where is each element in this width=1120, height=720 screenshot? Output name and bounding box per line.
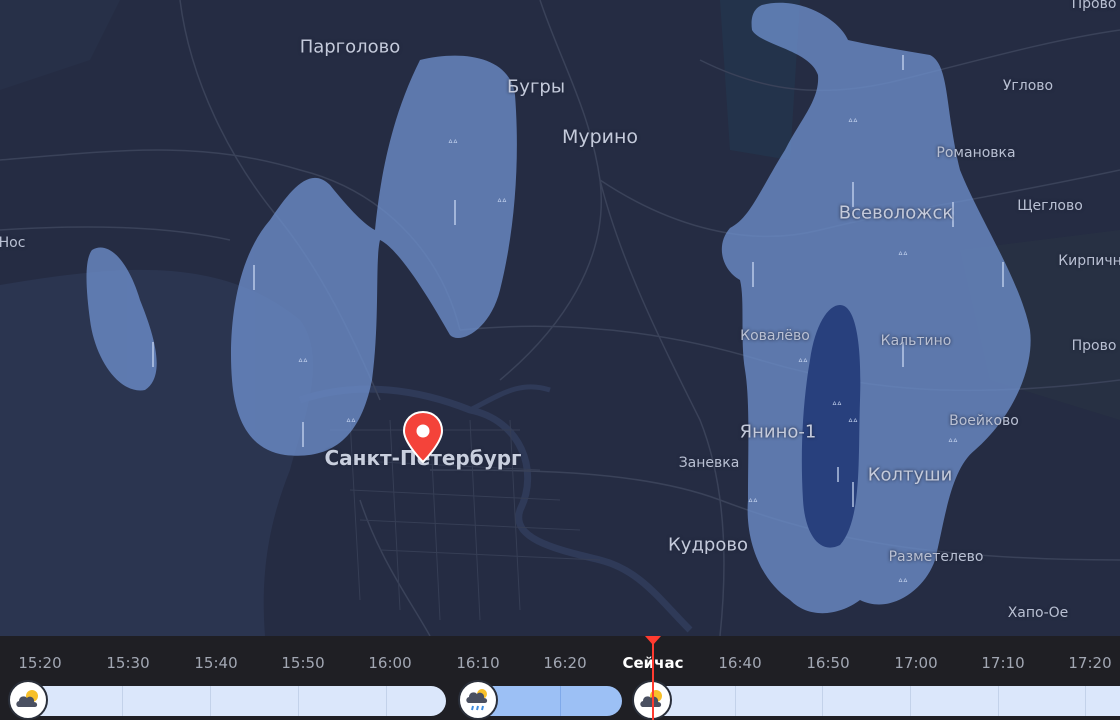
time-tick[interactable]: 16:20 <box>543 654 586 672</box>
svg-text:ᐞᐞ: ᐞᐞ <box>298 358 308 368</box>
svg-text:ᐞᐞ: ᐞᐞ <box>448 139 458 149</box>
svg-text:ᐞᐞ: ᐞᐞ <box>346 418 356 428</box>
place-label: Кудрово <box>668 534 748 556</box>
time-tick[interactable]: 16:40 <box>718 654 761 672</box>
location-pin-icon[interactable] <box>402 410 444 464</box>
now-marker-line[interactable] <box>652 642 654 720</box>
place-label: Нос <box>0 235 26 251</box>
place-label: Углово <box>1002 78 1054 94</box>
place-label: Заневка <box>678 455 740 471</box>
place-label: Янино-1 <box>739 421 817 443</box>
place-label: Прово <box>1071 338 1117 354</box>
place-label: Воейково <box>949 413 1019 429</box>
place-label: Бугры <box>506 76 566 98</box>
svg-text:ᐞᐞ: ᐞᐞ <box>848 418 858 428</box>
precip-segment[interactable] <box>642 686 1120 716</box>
place-label: Щеглово <box>1017 198 1083 214</box>
svg-text:ᐞᐞ: ᐞᐞ <box>798 358 808 368</box>
place-label: Колтуши <box>867 464 953 486</box>
time-tick[interactable]: 17:10 <box>981 654 1024 672</box>
place-label: Мурино <box>561 126 639 148</box>
svg-text:ᐞᐞ: ᐞᐞ <box>848 118 858 128</box>
time-tick[interactable]: 16:10 <box>456 654 499 672</box>
time-tick[interactable]: 15:20 <box>18 654 61 672</box>
place-label: Романовка <box>936 145 1016 161</box>
time-tick[interactable]: 16:00 <box>368 654 411 672</box>
time-tick[interactable]: 16:50 <box>806 654 849 672</box>
time-tick[interactable]: 17:20 <box>1068 654 1111 672</box>
time-tick[interactable]: 15:40 <box>194 654 237 672</box>
place-label: Хапо-Ое <box>1007 605 1069 621</box>
place-label: Всеволожск <box>838 202 954 224</box>
place-label: Парголово <box>299 36 401 58</box>
svg-text:ᐞᐞ: ᐞᐞ <box>497 198 507 208</box>
place-label: Ковалёво <box>740 328 810 344</box>
place-label: Кальтино <box>880 333 952 349</box>
place-label: Разметелево <box>888 549 984 565</box>
place-label: Кирпичн <box>1058 253 1120 269</box>
svg-text:ᐞᐞ: ᐞᐞ <box>748 498 758 508</box>
precip-segment[interactable] <box>12 686 446 716</box>
svg-text:ᐞᐞ: ᐞᐞ <box>832 401 842 411</box>
partly-cloudy-icon <box>8 680 48 720</box>
time-tick[interactable]: 15:30 <box>106 654 149 672</box>
precipitation-timeline[interactable]: 15:20 15:30 15:40 15:50 16:00 16:10 16:2… <box>0 636 1120 720</box>
svg-text:ᐞᐞ: ᐞᐞ <box>898 578 908 588</box>
svg-text:ᐞᐞ: ᐞᐞ <box>898 251 908 261</box>
time-tick[interactable]: 15:50 <box>281 654 324 672</box>
cloud-rain-icon <box>458 680 498 720</box>
time-tick[interactable]: 17:00 <box>894 654 937 672</box>
svg-text:ᐞᐞ: ᐞᐞ <box>948 438 958 448</box>
place-label: Прово <box>1071 0 1117 12</box>
